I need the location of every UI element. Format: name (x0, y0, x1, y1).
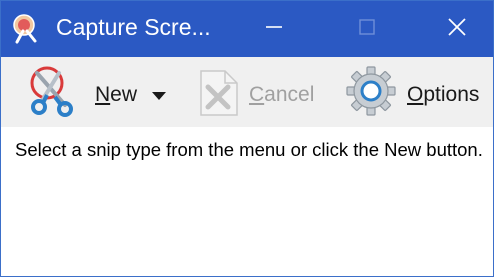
minimize-icon (264, 17, 284, 42)
caret-down-icon[interactable] (151, 88, 167, 106)
maximize-icon (357, 17, 377, 42)
close-button[interactable] (429, 1, 485, 57)
snipping-tool-window: Capture Scre... New Cancel Options Selec… (0, 0, 494, 277)
toolbar: New Cancel Options (1, 57, 493, 127)
cancel-button[interactable]: Cancel (191, 57, 326, 127)
options-button[interactable]: Options (343, 57, 491, 127)
new-button-label: New (95, 83, 138, 106)
cancel-x-icon (195, 65, 243, 124)
cancel-button-label: Cancel (249, 83, 315, 106)
scissors-icon (25, 65, 77, 124)
close-icon (446, 16, 468, 43)
options-button-label: Options (407, 83, 480, 106)
window-title: Capture Scre... (56, 14, 211, 40)
snipping-tool-icon (11, 13, 43, 45)
title-bar[interactable]: Capture Scre... (1, 1, 493, 57)
maximize-button[interactable] (339, 1, 395, 57)
message-area: Select a snip type from the menu or clic… (1, 127, 493, 276)
gear-icon (345, 65, 397, 122)
instruction-text: Select a snip type from the menu or clic… (15, 139, 483, 160)
new-button[interactable]: New (21, 57, 181, 127)
minimize-button[interactable] (246, 1, 302, 57)
